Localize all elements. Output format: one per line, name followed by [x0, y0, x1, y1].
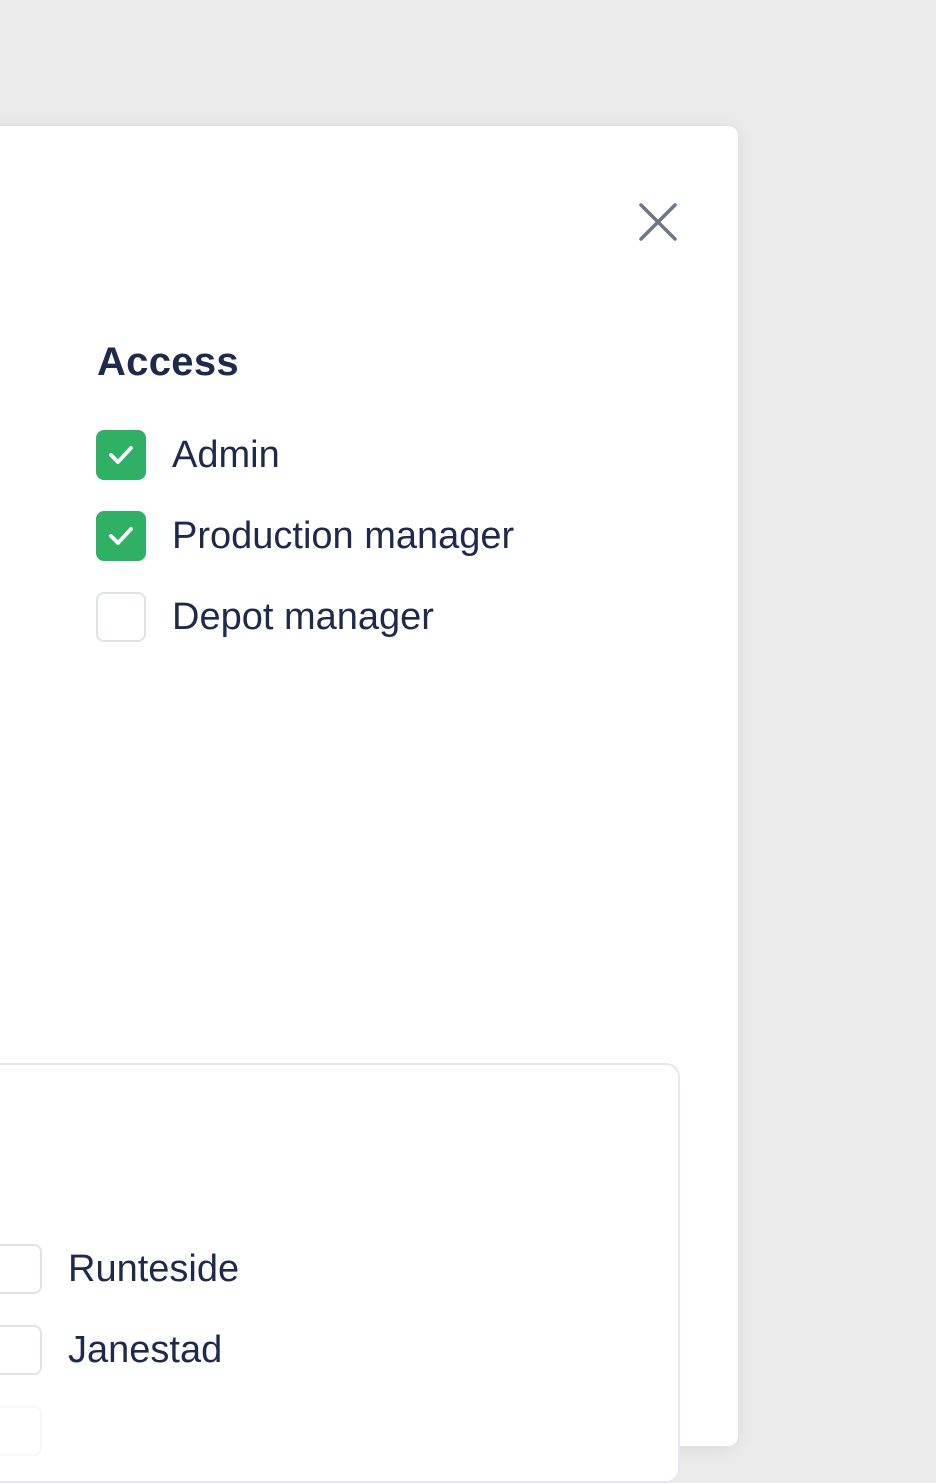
runteside-label: Runteside [68, 1247, 240, 1290]
close-icon [639, 203, 677, 241]
admin-checkbox[interactable] [96, 430, 146, 480]
production-manager-checkbox[interactable] [96, 511, 146, 561]
location-option-janestad[interactable]: Janestad [0, 1324, 222, 1376]
location-option-partial[interactable] [0, 1405, 42, 1457]
depot-manager-label: Depot manager [172, 595, 434, 638]
admin-label: Admin [172, 433, 280, 476]
partial-checkbox[interactable] [0, 1406, 42, 1456]
runteside-checkbox[interactable] [0, 1244, 42, 1294]
close-button[interactable] [636, 200, 680, 244]
access-option-production-manager[interactable]: Production manager [96, 510, 514, 562]
janestad-checkbox[interactable] [0, 1325, 42, 1375]
production-manager-label: Production manager [172, 514, 515, 557]
janestad-label: Janestad [68, 1328, 223, 1371]
access-section-title: Access [97, 340, 239, 384]
location-option-runteside[interactable]: Runteside [0, 1243, 239, 1295]
access-option-depot-manager[interactable]: Depot manager [96, 591, 434, 643]
access-option-admin[interactable]: Admin [96, 429, 280, 481]
depot-manager-checkbox[interactable] [96, 592, 146, 642]
checkmark-icon [109, 527, 133, 545]
locations-panel: Runteside Janestad [0, 1063, 680, 1483]
checkmark-icon [109, 446, 133, 464]
